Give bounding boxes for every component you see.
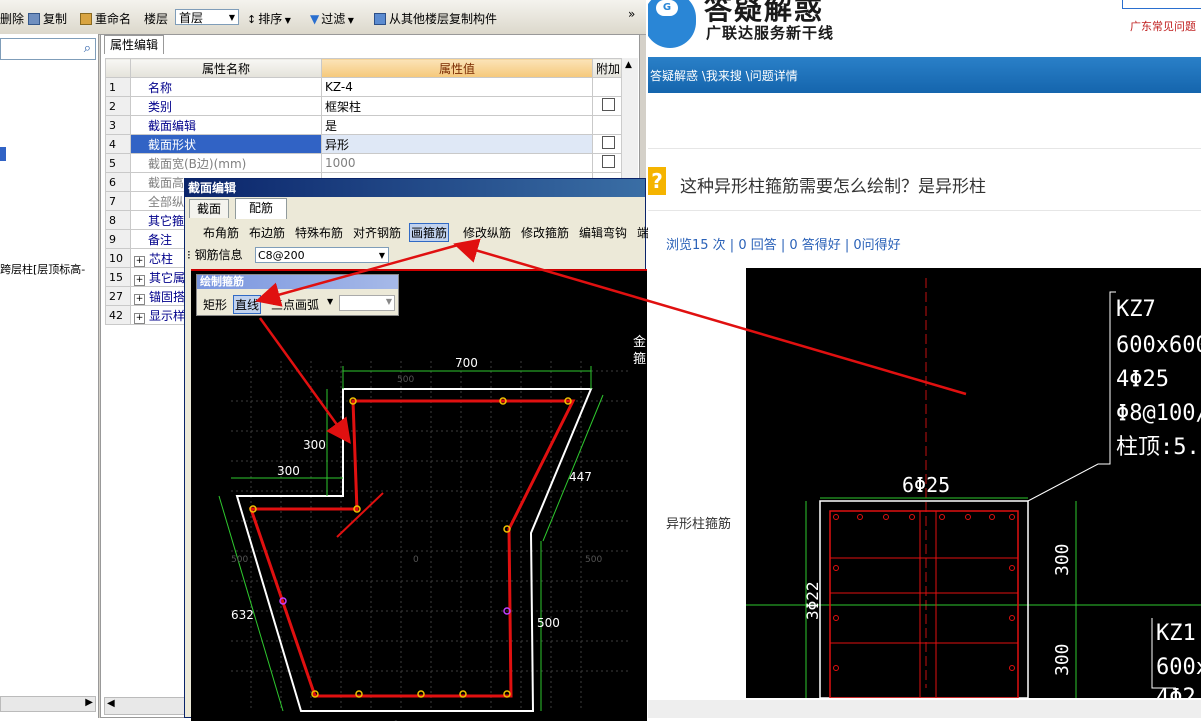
- arrow-to-draw-stirrup: [453, 238, 967, 396]
- arrow-to-line-button: [255, 243, 459, 307]
- annotation-arrows: [255, 238, 967, 445]
- arrow-to-drawing: [258, 317, 351, 445]
